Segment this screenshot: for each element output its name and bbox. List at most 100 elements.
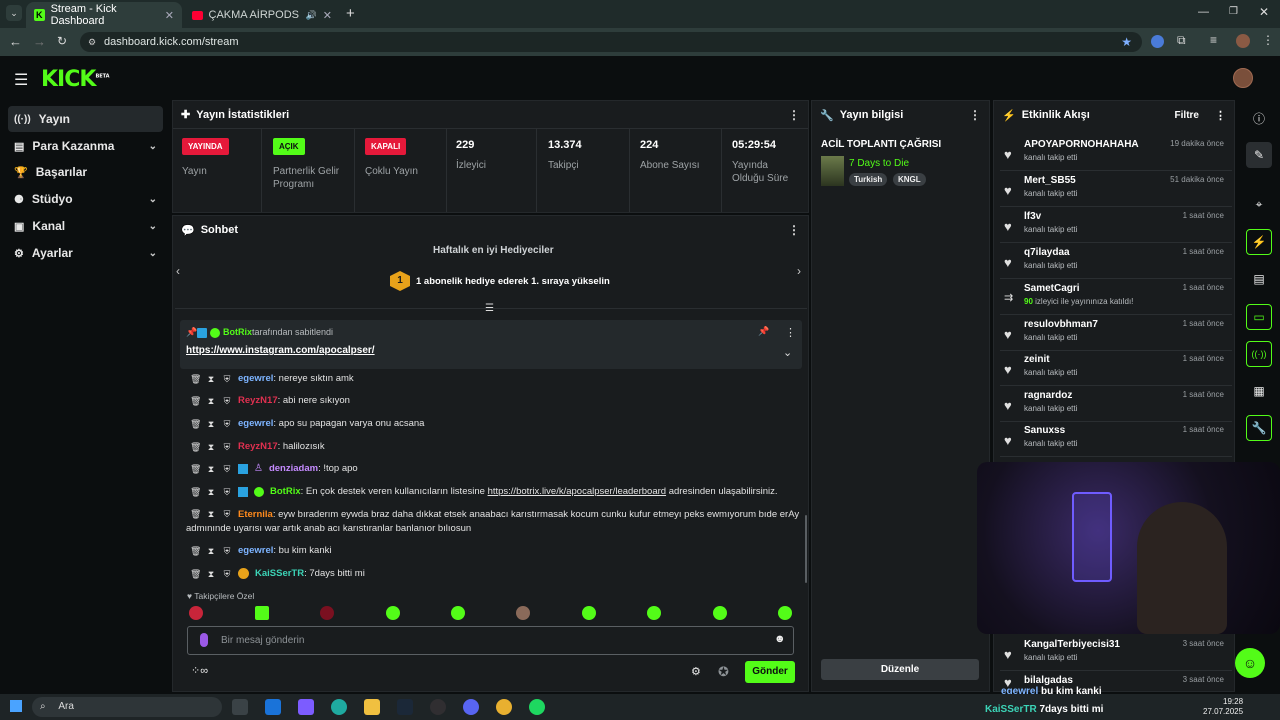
emote[interactable] xyxy=(647,606,661,620)
steam-icon[interactable] xyxy=(397,699,413,715)
send-button[interactable]: Gönder xyxy=(745,661,795,683)
reload-icon[interactable]: ↻ xyxy=(57,34,67,48)
close-window-button[interactable]: ✕ xyxy=(1259,5,1269,19)
more-options-icon[interactable]: ⋮ xyxy=(969,108,981,122)
kick-logo[interactable]: KICKBETA xyxy=(41,67,110,92)
new-tab-button[interactable]: + xyxy=(346,5,355,22)
extensions-puzzle-icon[interactable]: ⧉ xyxy=(1177,33,1186,48)
emote[interactable] xyxy=(778,606,792,620)
emote[interactable] xyxy=(582,606,596,620)
emote[interactable] xyxy=(255,606,269,620)
tag-kngl[interactable]: KNGL xyxy=(893,173,926,186)
delete-icon[interactable]: 🗑 xyxy=(190,569,201,579)
chat-input[interactable]: Bir mesaj gönderin ☻ xyxy=(187,626,794,655)
sidebar-item-ayarlar[interactable]: ⚙ Ayarlar ⌄ xyxy=(8,240,163,266)
notes-icon[interactable]: ▤ xyxy=(1246,266,1272,292)
minimize-button[interactable]: — xyxy=(1198,6,1209,18)
emote[interactable] xyxy=(713,606,727,620)
ban-icon[interactable]: ⛨ xyxy=(222,396,232,406)
ban-icon[interactable]: ⛨ xyxy=(222,374,232,384)
delete-icon[interactable]: 🗑 xyxy=(190,509,201,519)
activity-user[interactable]: lf3v xyxy=(1024,211,1041,222)
close-tab-icon[interactable]: ✕ xyxy=(165,9,174,22)
back-icon[interactable]: ← xyxy=(9,34,22,49)
chat-tools-icon[interactable]: ⁘∞ xyxy=(191,664,208,677)
activity-user[interactable]: KangalTerbiyecisi31 xyxy=(1024,639,1120,650)
extension-icon[interactable] xyxy=(1151,35,1164,48)
delete-icon[interactable]: 🗑 xyxy=(190,487,201,497)
focus-icon[interactable]: ⌖ xyxy=(1246,191,1272,217)
delete-icon[interactable]: 🗑 xyxy=(190,442,201,452)
timeout-icon[interactable]: ⧗ xyxy=(206,487,216,497)
audio-icon[interactable]: 🔊 xyxy=(306,10,317,21)
user-avatar[interactable] xyxy=(1233,68,1253,88)
timeout-icon[interactable]: ⧗ xyxy=(206,442,216,452)
pinned-user[interactable]: BotRix xyxy=(223,327,252,337)
activity-user[interactable]: SametCagri xyxy=(1024,283,1080,294)
pinned-link[interactable]: https://www.instagram.com/apocalpser/ xyxy=(186,345,375,356)
timeout-icon[interactable]: ⧗ xyxy=(206,464,216,474)
hamburger-menu-icon[interactable]: ☰ xyxy=(14,70,28,90)
more-options-icon[interactable]: ⋮ xyxy=(788,223,800,237)
delete-icon[interactable]: 🗑 xyxy=(190,464,201,474)
activity-user[interactable]: Mert_SB55 xyxy=(1024,175,1076,186)
chat-username[interactable]: denziadam xyxy=(269,463,318,474)
carousel-prev-icon[interactable]: ‹ xyxy=(176,264,180,278)
chevron-down-icon[interactable]: ⌄ xyxy=(783,346,792,359)
chat-username[interactable]: ReyzN17 xyxy=(238,441,278,452)
layout-icon[interactable]: ▦ xyxy=(1246,378,1272,404)
windows-start-icon[interactable] xyxy=(10,700,22,712)
chat-icon[interactable]: ▭ xyxy=(1246,304,1272,330)
chat-username[interactable]: Eternila xyxy=(238,509,273,520)
emote[interactable] xyxy=(451,606,465,620)
taskbar-clock[interactable]: 19:28 27.07.2025 xyxy=(1203,697,1243,717)
emote[interactable] xyxy=(386,606,400,620)
ban-icon[interactable]: ⛨ xyxy=(222,509,232,519)
activity-user[interactable]: resulovbhman7 xyxy=(1024,319,1098,330)
ban-icon[interactable]: ⛨ xyxy=(222,569,232,579)
ban-icon[interactable]: ⛨ xyxy=(222,487,232,497)
wrench-icon[interactable]: 🔧 xyxy=(1246,415,1272,441)
restore-button[interactable]: ❐ xyxy=(1229,6,1238,17)
ban-icon[interactable]: ⛨ xyxy=(222,442,232,452)
file-explorer-icon[interactable] xyxy=(364,699,380,715)
sidebar-item-basarilar[interactable]: 🏆 Başarılar xyxy=(8,159,163,185)
edit-button[interactable]: Düzenle xyxy=(821,659,979,680)
unpin-icon[interactable]: 📌 xyxy=(758,326,769,337)
site-info-icon[interactable]: ⚙ xyxy=(88,32,96,52)
ban-icon[interactable]: ⛨ xyxy=(222,419,232,429)
emote[interactable] xyxy=(189,606,203,620)
chat-link[interactable]: https://botrix.live/k/apocalpser/leaderb… xyxy=(488,486,667,497)
chrome-icon[interactable] xyxy=(496,699,512,715)
points-icon[interactable]: ✪ xyxy=(718,664,729,680)
ban-icon[interactable]: ⛨ xyxy=(222,546,232,556)
spotify-icon[interactable] xyxy=(529,699,545,715)
chat-scrollbar[interactable] xyxy=(805,515,807,583)
delete-icon[interactable]: 🗑 xyxy=(190,546,201,556)
chat-settings-icon[interactable]: ⚙ xyxy=(691,665,701,678)
delete-icon[interactable]: 🗑 xyxy=(190,396,201,406)
delete-icon[interactable]: 🗑 xyxy=(190,374,201,384)
pinned-more-icon[interactable]: ⋮ xyxy=(785,326,796,339)
tab-list-button[interactable]: ⌄ xyxy=(6,5,22,21)
chat-username[interactable]: KaiSSerTR xyxy=(255,568,304,579)
obs-icon[interactable] xyxy=(430,699,446,715)
ban-icon[interactable]: ⛨ xyxy=(222,464,232,474)
timeout-icon[interactable]: ⧗ xyxy=(206,419,216,429)
chat-username[interactable]: egewrel xyxy=(238,545,273,556)
media-control-icon[interactable]: ≡ xyxy=(1210,33,1217,47)
taskbar-search[interactable]: ⌕ Ara xyxy=(32,697,222,717)
forward-icon[interactable]: → xyxy=(33,34,46,49)
copilot-icon[interactable] xyxy=(298,699,314,715)
outlook-icon[interactable] xyxy=(265,699,281,715)
timeout-icon[interactable]: ⧗ xyxy=(206,569,216,579)
activity-user[interactable]: q7ilaydaa xyxy=(1024,247,1070,258)
activity-user[interactable]: APOYAPORNOHAHAHA xyxy=(1024,139,1139,150)
sidebar-item-studyo[interactable]: ⚈ Stüdyo ⌄ xyxy=(8,186,163,212)
chat-username[interactable]: egewrel xyxy=(238,373,273,384)
edge-icon[interactable] xyxy=(331,699,347,715)
support-chat-button[interactable]: ☺ xyxy=(1235,648,1265,678)
browser-menu-icon[interactable]: ⋮ xyxy=(1262,33,1274,47)
sidebar-item-kanal[interactable]: ▣ Kanal ⌄ xyxy=(8,213,163,239)
tab-youtube[interactable]: ÇAKMA AİRPODS! | #eray 🔊 ✕ xyxy=(184,2,340,28)
